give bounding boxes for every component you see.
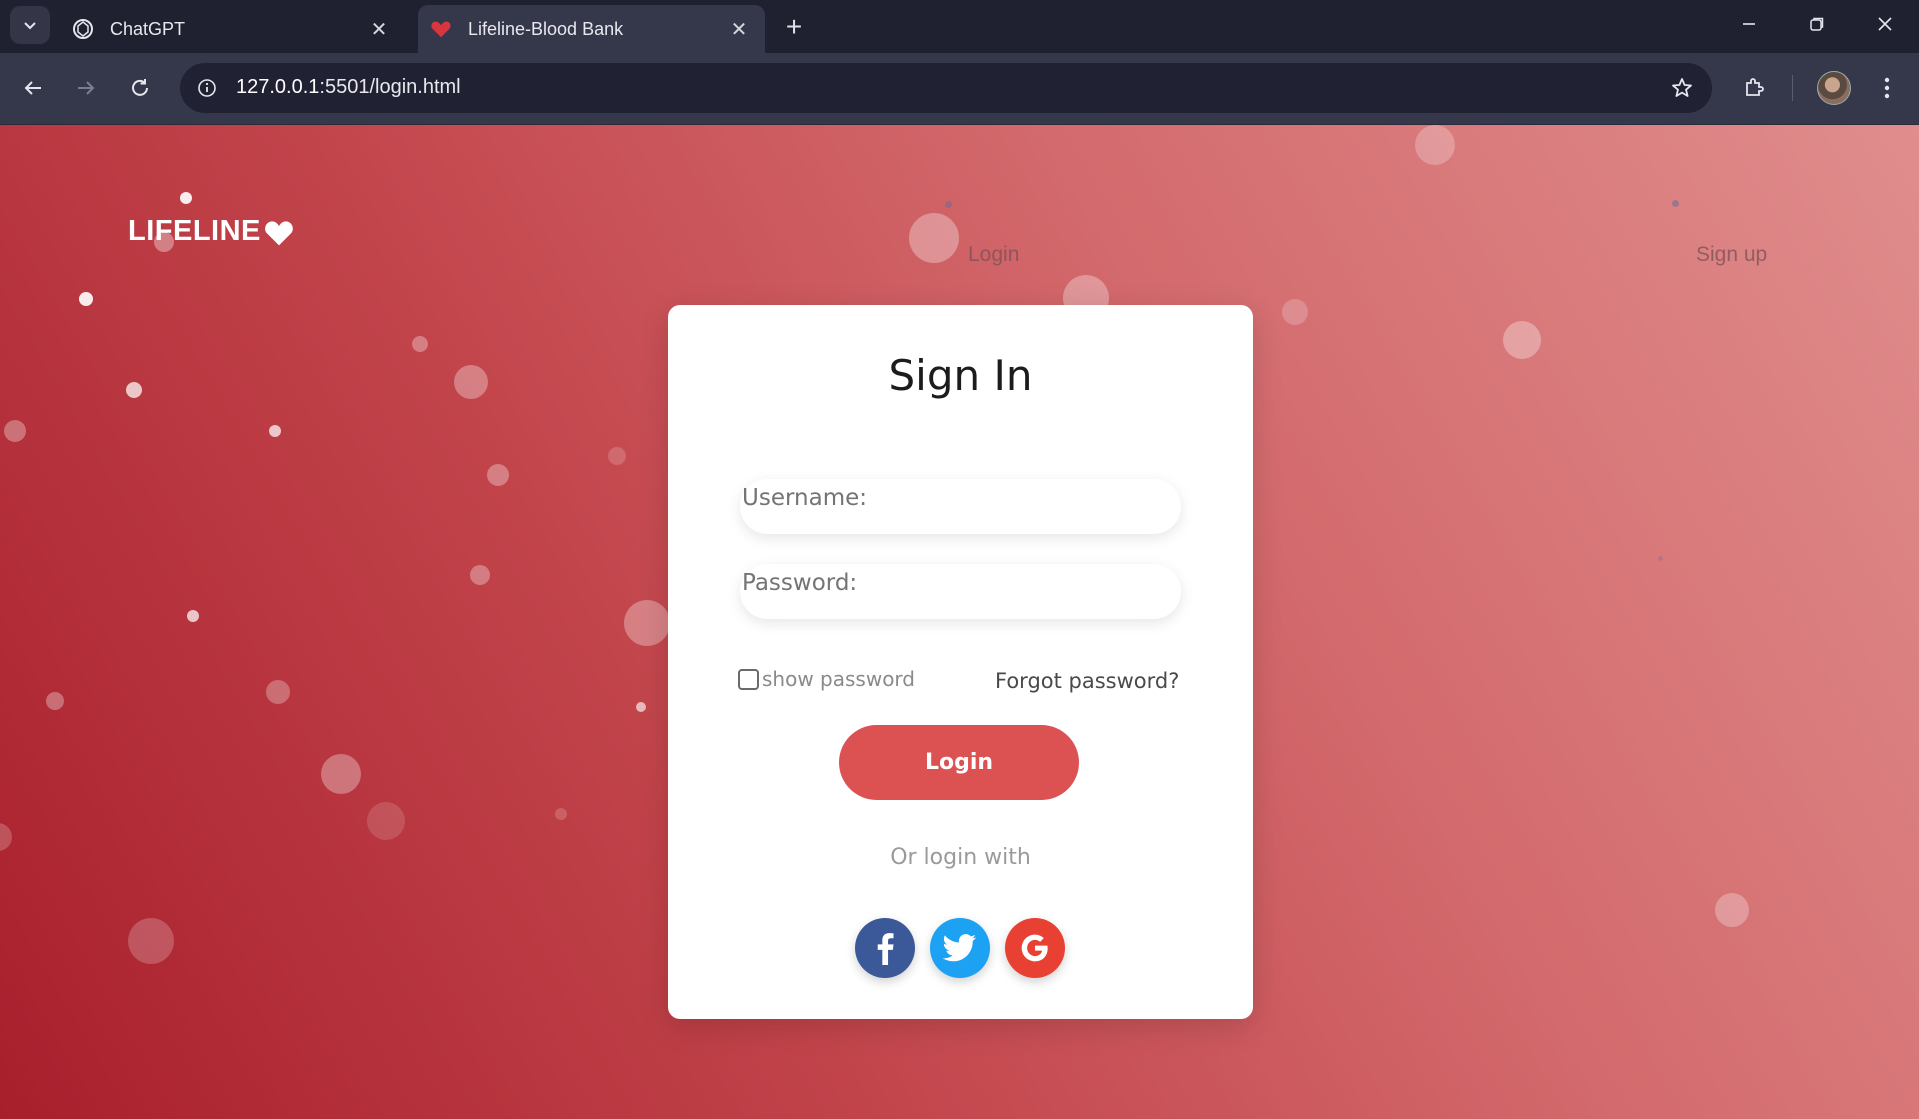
bubble xyxy=(187,610,199,622)
bubble xyxy=(1282,299,1308,325)
bubble xyxy=(367,802,405,840)
arrow-left-icon xyxy=(24,81,41,95)
google-icon xyxy=(1021,934,1048,962)
bubble xyxy=(4,420,26,442)
bubble xyxy=(1415,125,1455,165)
facebook-icon xyxy=(877,933,894,965)
bubble xyxy=(470,565,490,585)
nav-login-link[interactable]: Login xyxy=(968,243,1019,267)
url-text: 127.0.0.1:5501/login.html xyxy=(236,76,461,99)
bubble xyxy=(487,464,509,486)
bubble xyxy=(180,192,192,204)
tab-lifeline[interactable]: Lifeline-Blood Bank ✕ xyxy=(418,5,765,53)
card-title: Sign In xyxy=(888,351,1033,400)
puzzle-icon xyxy=(1746,78,1764,96)
minimize-button[interactable] xyxy=(1715,0,1783,48)
bubble xyxy=(1672,200,1679,207)
address-bar[interactable]: 127.0.0.1:5501/login.html xyxy=(180,63,1712,113)
tab-bar: ChatGPT ✕ Lifeline-Blood Bank ✕ + xyxy=(0,0,1919,53)
arrow-right-icon xyxy=(78,81,95,95)
bubble xyxy=(1658,556,1663,561)
kebab-menu-icon xyxy=(1884,77,1890,99)
bubble xyxy=(1715,893,1749,927)
password-placeholder: Password: xyxy=(742,570,858,596)
bubble xyxy=(454,365,488,399)
bubble xyxy=(321,754,361,794)
bubble xyxy=(128,918,174,964)
login-button[interactable]: Login xyxy=(839,725,1079,800)
username-placeholder: Username: xyxy=(742,485,867,511)
bubble xyxy=(555,808,567,820)
tab-title: ChatGPT xyxy=(110,18,186,39)
bubble xyxy=(0,823,12,851)
bubble xyxy=(608,447,626,465)
close-icon[interactable]: ✕ xyxy=(365,15,393,43)
bubble xyxy=(909,213,959,263)
info-icon[interactable] xyxy=(193,74,221,102)
tab-search-button[interactable] xyxy=(10,6,50,44)
facebook-login-button[interactable] xyxy=(855,918,915,978)
chevron-down-icon xyxy=(24,22,36,30)
url-host: 127.0.0.1 xyxy=(236,76,320,98)
minimize-icon xyxy=(1743,23,1755,25)
bubble xyxy=(636,702,646,712)
bubble xyxy=(46,692,64,710)
twitter-icon xyxy=(943,934,977,962)
bubble xyxy=(412,336,428,352)
username-field[interactable]: Username: xyxy=(740,479,1181,534)
toolbar-divider xyxy=(1792,75,1793,101)
site-logo[interactable]: LIFELINE xyxy=(128,215,295,248)
bubble xyxy=(624,600,670,646)
bookmark-star-icon[interactable] xyxy=(1668,74,1696,102)
page-background: LIFELINE Login Sign up Sign In Username:… xyxy=(0,125,1919,1119)
twitter-login-button[interactable] xyxy=(930,918,990,978)
menu-button[interactable] xyxy=(1868,69,1906,107)
bubble xyxy=(126,382,142,398)
forgot-password-link[interactable]: Forgot password? xyxy=(995,669,1179,693)
logo-text: LIFELINE xyxy=(128,215,261,247)
chatgpt-icon xyxy=(70,16,96,42)
reload-icon xyxy=(132,79,148,96)
heart-icon xyxy=(428,16,454,42)
tab-title: Lifeline-Blood Bank xyxy=(468,18,624,39)
bubble xyxy=(79,292,93,306)
extensions-button[interactable] xyxy=(1735,69,1773,107)
sign-in-card: Sign In Username: Password: show passwor… xyxy=(668,305,1253,1019)
show-password-label: show password xyxy=(762,667,915,691)
bubble xyxy=(266,680,290,704)
restore-icon xyxy=(1810,17,1824,31)
show-password-toggle[interactable]: show password xyxy=(738,667,915,691)
or-login-with-text: Or login with xyxy=(890,845,1031,870)
url-path: :5501/login.html xyxy=(319,76,461,98)
password-field[interactable]: Password: xyxy=(740,564,1181,619)
profile-avatar[interactable] xyxy=(1817,71,1851,105)
google-login-button[interactable] xyxy=(1005,918,1065,978)
close-icon[interactable]: ✕ xyxy=(725,15,753,43)
window-close-button[interactable] xyxy=(1851,0,1919,48)
nav-signup-link[interactable]: Sign up xyxy=(1696,243,1767,267)
restore-button[interactable] xyxy=(1783,0,1851,48)
close-icon xyxy=(1878,17,1892,31)
bubble xyxy=(1503,321,1541,359)
heart-icon xyxy=(265,220,293,245)
show-password-checkbox[interactable] xyxy=(738,668,759,690)
new-tab-button[interactable]: + xyxy=(776,9,812,45)
browser-toolbar: 127.0.0.1:5501/login.html xyxy=(0,53,1919,125)
bubble xyxy=(269,425,281,437)
back-button[interactable] xyxy=(14,69,52,107)
bubble xyxy=(945,201,952,208)
tab-chatgpt[interactable]: ChatGPT ✕ xyxy=(60,5,405,53)
reload-button[interactable] xyxy=(121,69,159,107)
forward-button[interactable] xyxy=(67,69,105,107)
